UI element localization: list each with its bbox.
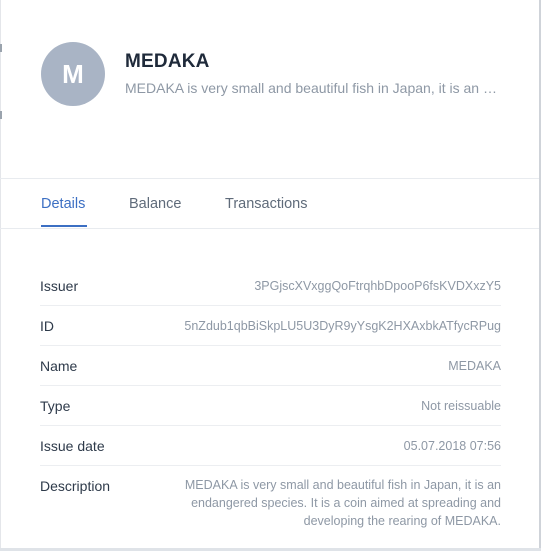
detail-label: Issuer xyxy=(40,278,79,294)
asset-title: MEDAKA xyxy=(125,51,210,72)
detail-row-description: Description MEDAKA is very small and bea… xyxy=(40,466,501,536)
tab-details[interactable]: Details xyxy=(41,196,85,212)
detail-label: Issue date xyxy=(40,438,105,454)
asset-id-value[interactable]: 5nZdub1qbBiSkpLU5U3DyR9yYsgK2HXAxbkATfyc… xyxy=(184,319,501,333)
detail-row-name: Name MEDAKA xyxy=(40,346,501,386)
asset-description-preview: MEDAKA is very small and beautiful fish … xyxy=(125,80,497,96)
detail-row-issue-date: Issue date 05.07.2018 07:56 xyxy=(40,426,501,466)
tabs-divider xyxy=(0,228,539,229)
detail-label: Type xyxy=(40,398,71,414)
issuer-address[interactable]: 3PGjscXVxggQoFtrqhbDpooP6fsKVDXxzY5 xyxy=(254,279,501,293)
description-value: MEDAKA is very small and beautiful fish … xyxy=(184,478,501,528)
detail-label: ID xyxy=(40,318,54,334)
detail-label: Name xyxy=(40,358,78,374)
asset-name-value: MEDAKA xyxy=(448,359,501,373)
detail-row-id: ID 5nZdub1qbBiSkpLU5U3DyR9yYsgK2HXAxbkAT… xyxy=(40,306,501,346)
issue-date-value: 05.07.2018 07:56 xyxy=(403,439,501,453)
asset-type-value: Not reissuable xyxy=(421,399,501,413)
active-tab-indicator xyxy=(41,225,87,227)
tab-balance[interactable]: Balance xyxy=(129,196,181,212)
asset-header: M MEDAKA MEDAKA is very small and beauti… xyxy=(0,0,539,178)
details-list: Issuer 3PGjscXVxggQoFtrqhbDpooP6fsKVDXxz… xyxy=(40,266,501,536)
asset-tabs: Details Balance Transactions xyxy=(0,179,539,228)
asset-avatar: M xyxy=(41,42,105,106)
detail-row-issuer: Issuer 3PGjscXVxggQoFtrqhbDpooP6fsKVDXxz… xyxy=(40,266,501,306)
detail-label: Description xyxy=(40,478,111,494)
detail-row-type: Type Not reissuable xyxy=(40,386,501,426)
tab-transactions[interactable]: Transactions xyxy=(225,196,307,212)
